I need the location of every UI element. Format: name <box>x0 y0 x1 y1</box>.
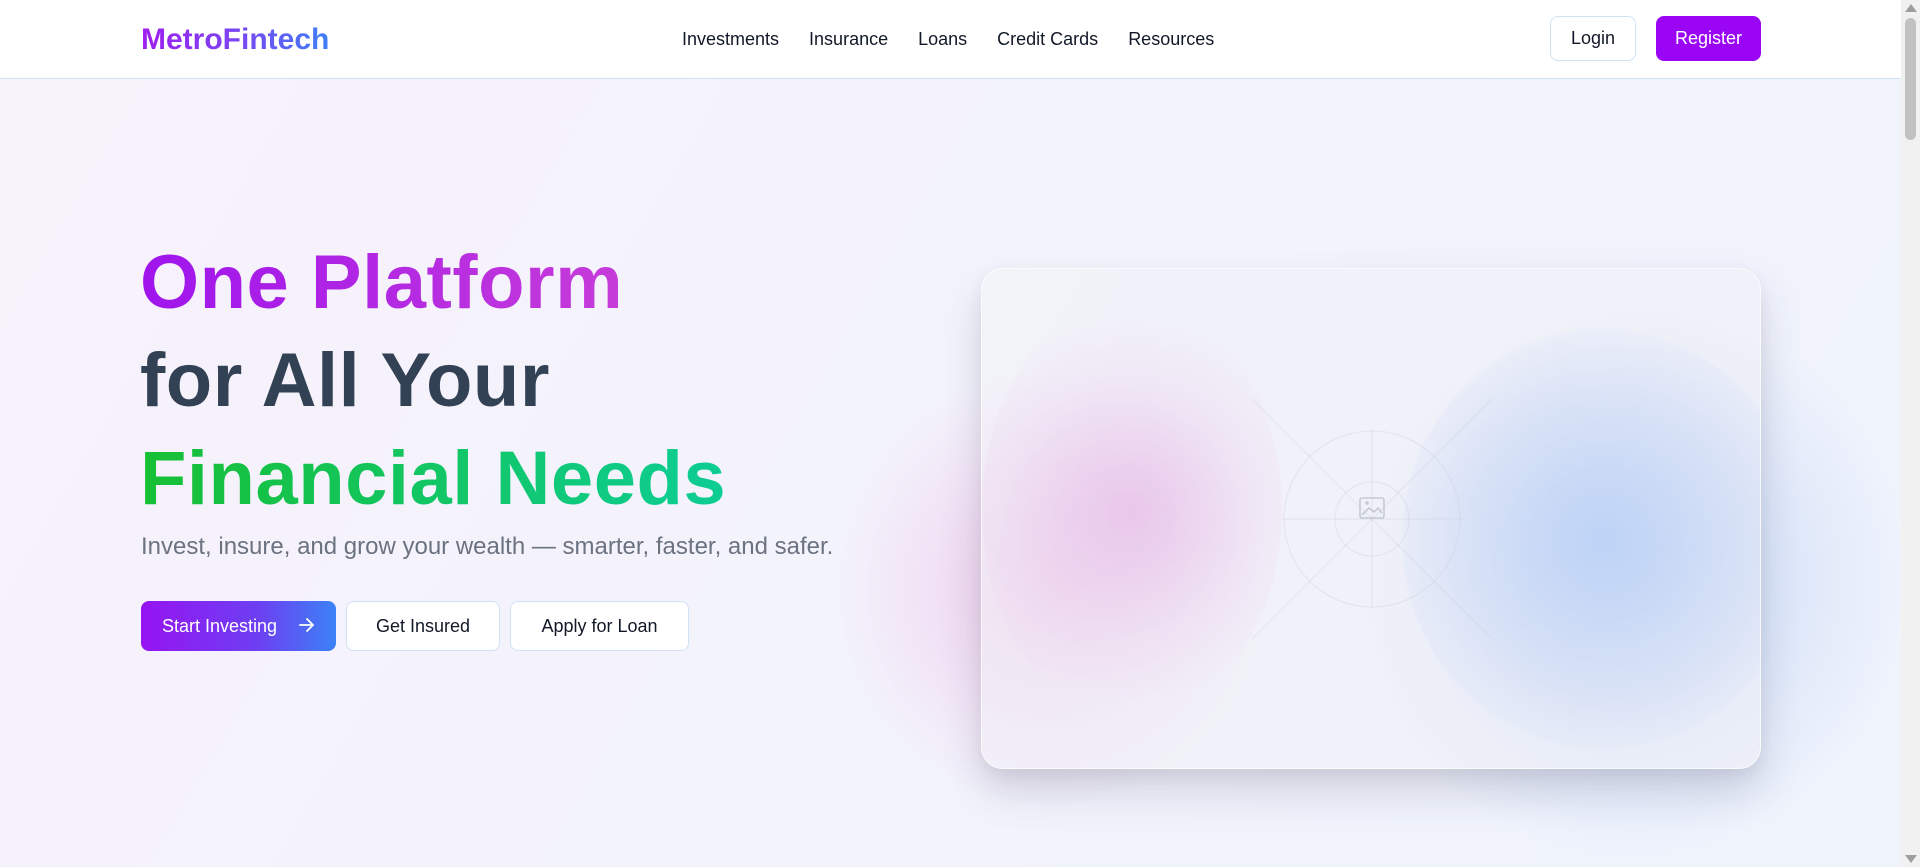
hero-image-placeholder <box>981 268 1761 769</box>
top-navbar: MetroFintech Investments Insurance Loans… <box>0 0 1901 79</box>
start-investing-button[interactable]: Start Investing <box>141 601 336 651</box>
scroll-down-icon[interactable] <box>1905 855 1917 863</box>
register-button[interactable]: Register <box>1656 16 1761 61</box>
nav-item-insurance[interactable]: Insurance <box>809 27 888 51</box>
login-button[interactable]: Login <box>1550 16 1636 61</box>
scroll-up-icon[interactable] <box>1905 4 1917 12</box>
hero-cta-group: Start Investing Get Insured Apply for Lo… <box>141 601 699 651</box>
nav-item-investments[interactable]: Investments <box>682 27 779 51</box>
page: MetroFintech Investments Insurance Loans… <box>0 0 1920 867</box>
main-nav: Investments Insurance Loans Credit Cards… <box>682 27 1244 51</box>
arrow-right-icon <box>299 616 315 637</box>
hero-headline: One Platform for All Your Financial Need… <box>140 234 726 528</box>
nav-item-resources[interactable]: Resources <box>1128 27 1214 51</box>
scrollbar-thumb[interactable] <box>1905 18 1916 140</box>
headline-line-3: Financial Needs <box>140 430 726 528</box>
vertical-scrollbar[interactable] <box>1901 0 1920 867</box>
hero-section: One Platform for All Your Financial Need… <box>0 79 1910 867</box>
nav-item-credit-cards[interactable]: Credit Cards <box>997 27 1098 51</box>
apply-for-loan-button[interactable]: Apply for Loan <box>510 601 689 651</box>
headline-line-1: One Platform <box>140 234 623 332</box>
hero-subtitle: Invest, insure, and grow your wealth — s… <box>141 533 834 560</box>
brand-logo[interactable]: MetroFintech <box>141 20 329 60</box>
get-insured-button[interactable]: Get Insured <box>346 601 500 651</box>
start-investing-label: Start Investing <box>161 615 278 636</box>
image-icon <box>1352 488 1392 528</box>
headline-line-2: for All Your <box>140 338 550 423</box>
nav-item-loans[interactable]: Loans <box>918 27 967 51</box>
